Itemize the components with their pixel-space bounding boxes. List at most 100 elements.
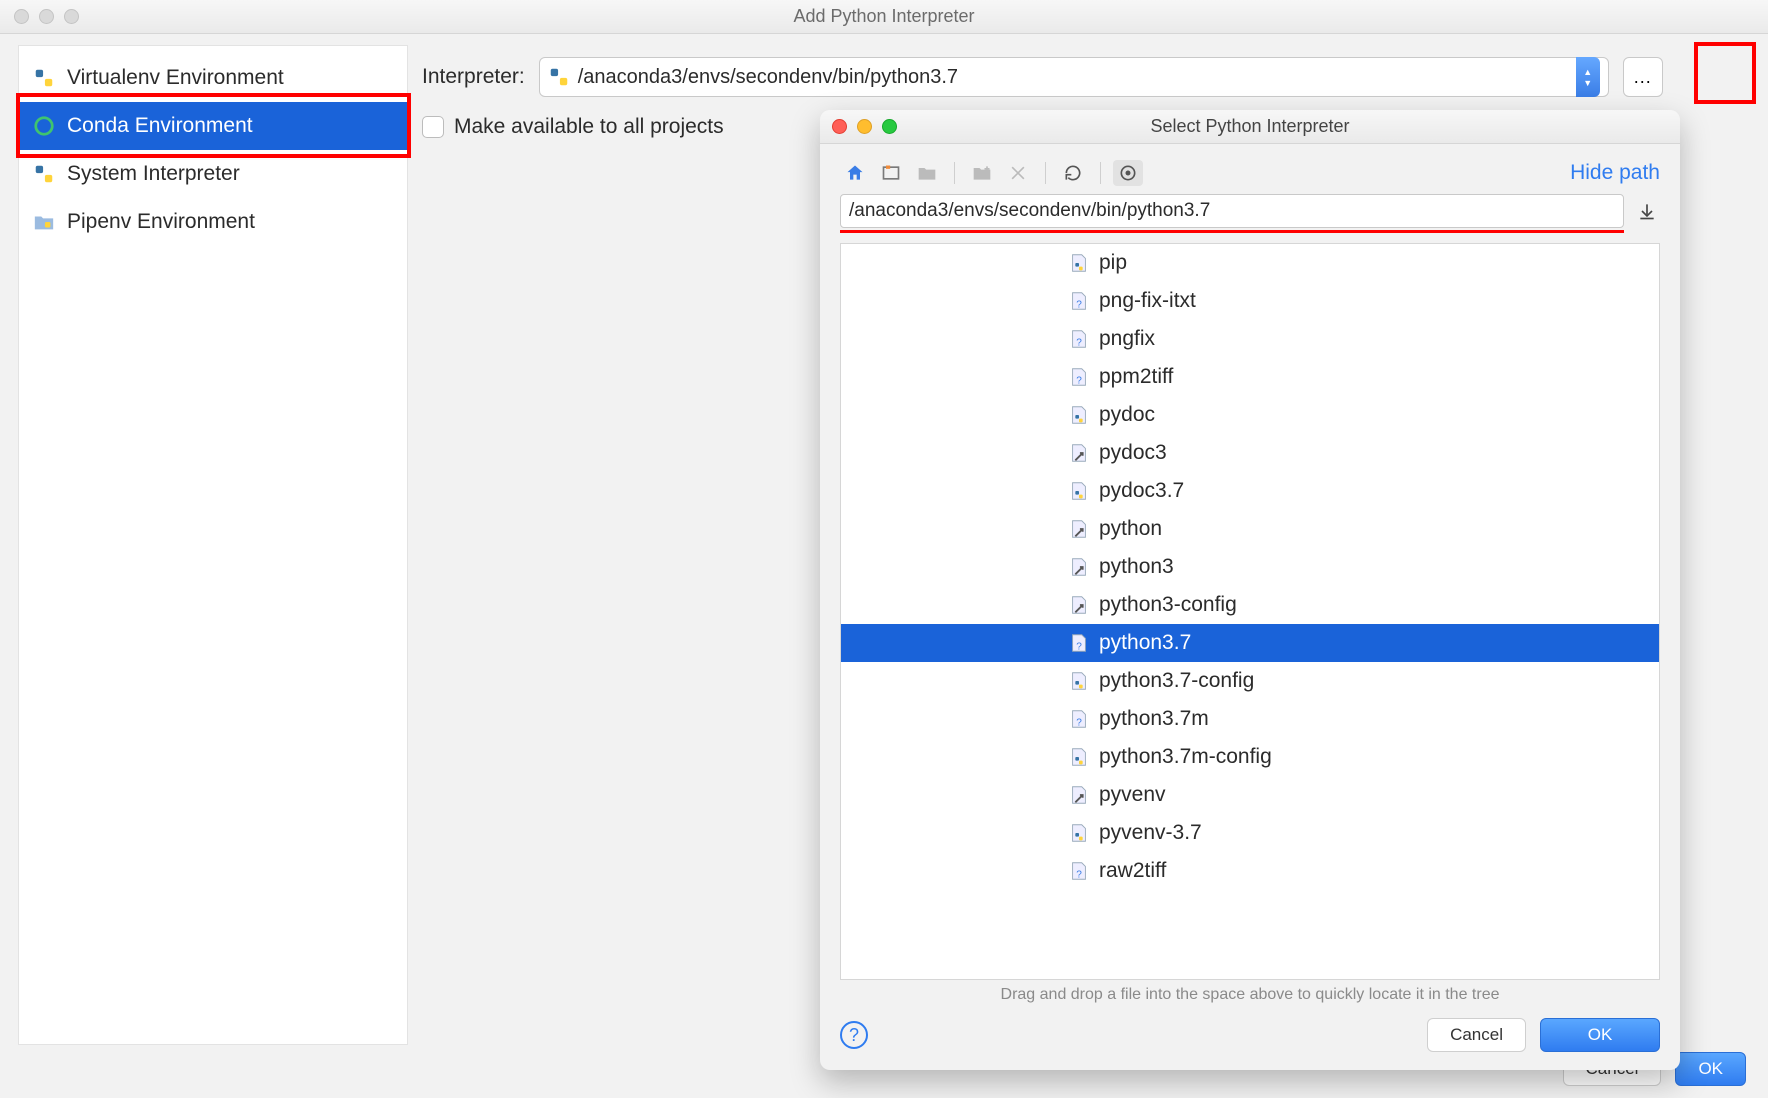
file-name: pydoc	[1099, 403, 1155, 427]
interpreter-dropdown[interactable]: /anaconda3/envs/secondenv/bin/python3.7 …	[539, 57, 1609, 97]
dropdown-stepper[interactable]: ▲▼	[1576, 57, 1600, 97]
environment-type-sidebar: Virtualenv Environment Conda Environment…	[18, 45, 408, 1045]
file-browser-toolbar: Hide path	[820, 144, 1680, 194]
subdialog-titlebar: Select Python Interpreter	[820, 110, 1680, 144]
svg-text:?: ?	[1076, 641, 1082, 652]
file-name: ppm2tiff	[1099, 365, 1173, 389]
file-icon: ?	[1067, 631, 1091, 655]
file-icon: ?	[1067, 707, 1091, 731]
sidebar-item-virtualenv[interactable]: Virtualenv Environment	[19, 54, 407, 102]
sidebar-item-label: Virtualenv Environment	[67, 66, 284, 90]
sidebar-item-system[interactable]: System Interpreter	[19, 150, 407, 198]
interpreter-label: Interpreter:	[422, 65, 525, 89]
make-available-label: Make available to all projects	[454, 115, 724, 139]
python-icon	[31, 161, 57, 187]
file-tree-item[interactable]: ? python3.7	[841, 624, 1659, 662]
show-hidden-button[interactable]	[1113, 160, 1143, 186]
file-icon: ?	[1067, 289, 1091, 313]
sidebar-item-label: System Interpreter	[67, 162, 240, 186]
goto-path-button[interactable]	[1634, 198, 1660, 224]
file-tree-item[interactable]: pydoc3.7	[841, 472, 1659, 510]
file-icon	[1067, 745, 1091, 769]
new-folder-button[interactable]	[912, 160, 942, 186]
file-icon	[1067, 479, 1091, 503]
file-tree-item[interactable]: ?pngfix	[841, 320, 1659, 358]
file-name: python3.7m-config	[1099, 745, 1272, 769]
file-tree-item[interactable]: python3-config	[841, 586, 1659, 624]
file-icon: ?	[1067, 365, 1091, 389]
file-tree-item[interactable]: pydoc3	[841, 434, 1659, 472]
make-available-checkbox[interactable]	[422, 116, 444, 138]
file-tree-item[interactable]: ?png-fix-itxt	[841, 282, 1659, 320]
python-venv-icon	[31, 65, 57, 91]
zoom-window-button[interactable]	[64, 9, 79, 24]
sidebar-item-label: Conda Environment	[67, 114, 253, 138]
window-title: Add Python Interpreter	[0, 6, 1768, 27]
window-controls	[14, 9, 79, 24]
file-icon	[1067, 821, 1091, 845]
file-name: python	[1099, 517, 1162, 541]
ok-button[interactable]: OK	[1675, 1052, 1746, 1086]
drag-hint-text: Drag and drop a file into the space abov…	[820, 980, 1680, 1008]
svg-text:?: ?	[1076, 375, 1082, 386]
file-icon	[1067, 403, 1091, 427]
sidebar-item-pipenv[interactable]: Pipenv Environment	[19, 198, 407, 246]
refresh-button[interactable]	[1058, 160, 1088, 186]
add-folder-button[interactable]	[967, 160, 997, 186]
subdialog-footer: ? Cancel OK	[820, 1008, 1680, 1070]
file-icon	[1067, 251, 1091, 275]
file-name: python3.7	[1099, 631, 1191, 655]
minimize-window-button[interactable]	[39, 9, 54, 24]
file-name: python3.7m	[1099, 707, 1209, 731]
file-name: pydoc3.7	[1099, 479, 1184, 503]
file-name: pydoc3	[1099, 441, 1167, 465]
path-input[interactable]	[840, 194, 1624, 228]
file-name: python3-config	[1099, 593, 1237, 617]
sidebar-item-label: Pipenv Environment	[67, 210, 255, 234]
file-name: pyvenv-3.7	[1099, 821, 1202, 845]
browse-interpreter-button[interactable]: ...	[1623, 57, 1663, 97]
file-tree[interactable]: pip?png-fix-itxt?pngfix? ppm2tiff pydoc pyd…	[840, 243, 1660, 980]
file-tree-item[interactable]: ? python3.7m	[841, 700, 1659, 738]
close-subdialog-button[interactable]	[832, 119, 847, 134]
file-icon	[1067, 783, 1091, 807]
file-tree-item[interactable]: pyvenv-3.7	[841, 814, 1659, 852]
subdialog-cancel-button[interactable]: Cancel	[1427, 1018, 1526, 1052]
path-underline-annotation	[840, 230, 1624, 233]
svg-text:?: ?	[1076, 337, 1082, 348]
svg-text:?: ?	[1076, 869, 1082, 880]
project-root-button[interactable]	[876, 160, 906, 186]
subdialog-ok-button[interactable]: OK	[1540, 1018, 1660, 1052]
svg-text:?: ?	[1076, 717, 1082, 728]
hide-path-link[interactable]: Hide path	[1570, 161, 1660, 185]
conda-icon	[31, 113, 57, 139]
help-button[interactable]: ?	[840, 1021, 868, 1049]
file-icon: ?	[1067, 327, 1091, 351]
file-tree-item[interactable]: python3.7-config	[841, 662, 1659, 700]
folder-python-icon	[31, 209, 57, 235]
file-icon	[1067, 441, 1091, 465]
file-name: python3.7-config	[1099, 669, 1254, 693]
subdialog-title: Select Python Interpreter	[820, 116, 1680, 137]
file-tree-item[interactable]: python	[841, 510, 1659, 548]
sidebar-item-conda[interactable]: Conda Environment	[19, 102, 407, 150]
file-icon	[1067, 593, 1091, 617]
file-icon	[1067, 517, 1091, 541]
home-button[interactable]	[840, 160, 870, 186]
file-icon	[1067, 555, 1091, 579]
delete-button[interactable]	[1003, 160, 1033, 186]
close-window-button[interactable]	[14, 9, 29, 24]
file-tree-item[interactable]: ? raw2tiff	[841, 852, 1659, 890]
file-tree-item[interactable]: python3.7m-config	[841, 738, 1659, 776]
file-icon: ?	[1067, 859, 1091, 883]
file-tree-item[interactable]: ? ppm2tiff	[841, 358, 1659, 396]
file-icon	[1067, 669, 1091, 693]
minimize-subdialog-button[interactable]	[857, 119, 872, 134]
file-tree-item[interactable]: pyvenv	[841, 776, 1659, 814]
file-tree-item[interactable]: pip	[841, 244, 1659, 282]
file-tree-item[interactable]: pydoc	[841, 396, 1659, 434]
file-tree-item[interactable]: python3	[841, 548, 1659, 586]
file-name: raw2tiff	[1099, 859, 1166, 883]
python-icon	[548, 66, 570, 88]
zoom-subdialog-button[interactable]	[882, 119, 897, 134]
